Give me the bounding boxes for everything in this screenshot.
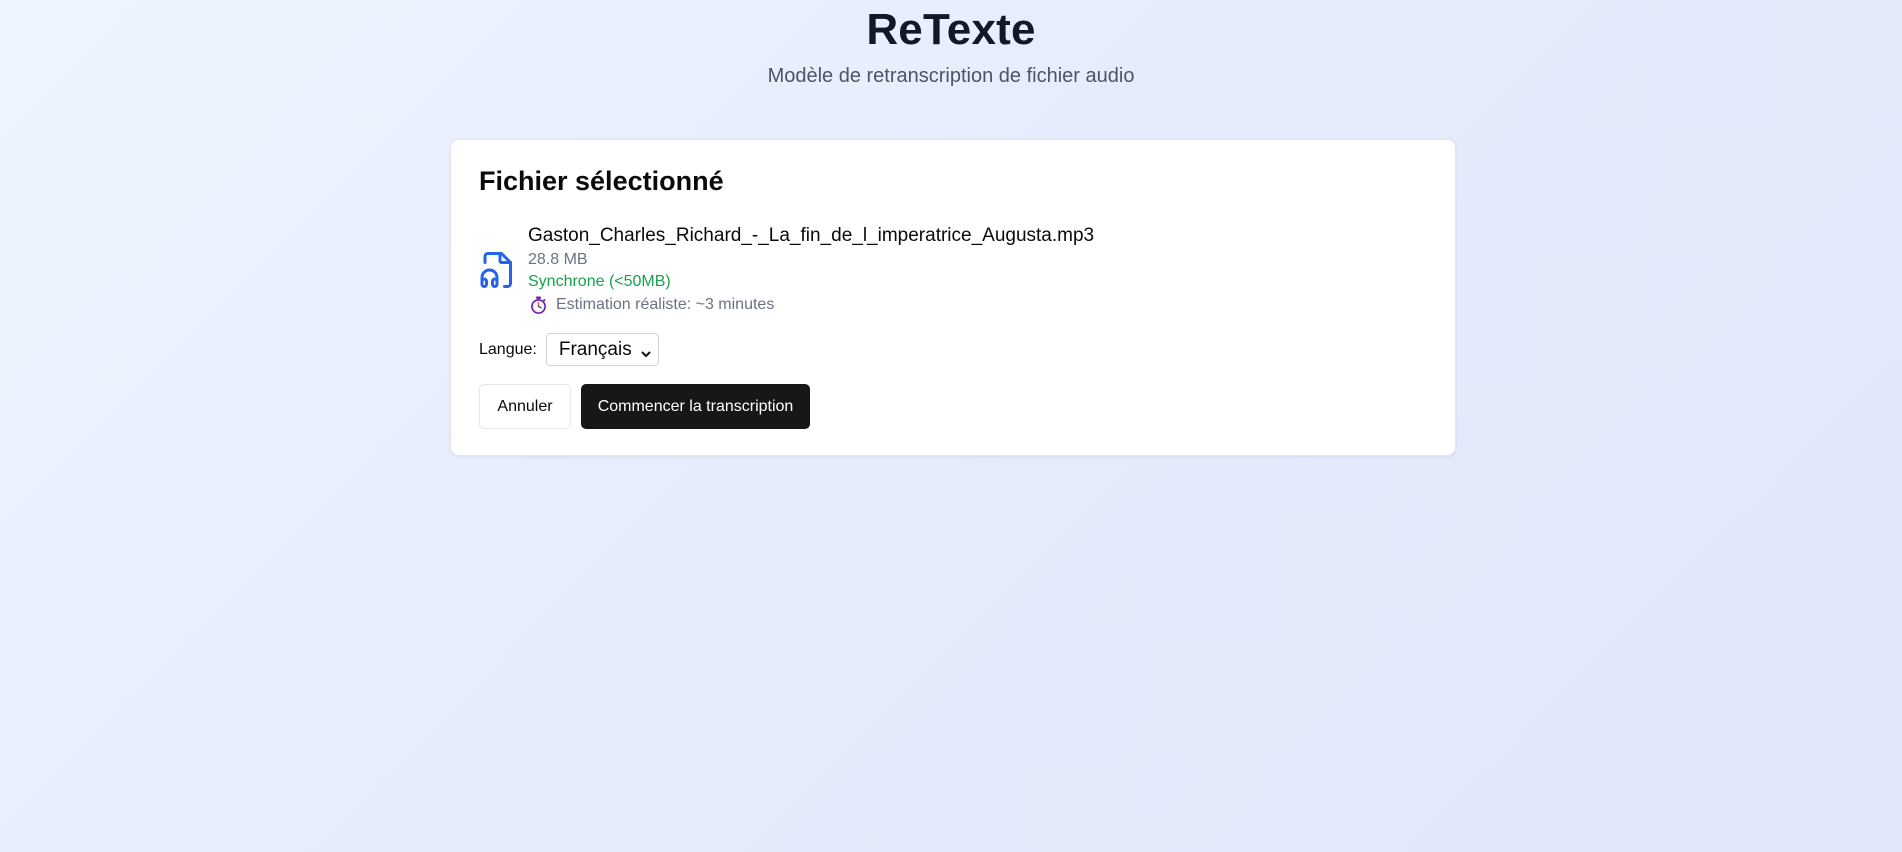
estimate-text: Estimation réaliste: ~3 minutes [556, 296, 775, 313]
processing-mode: Synchrone (<50MB) [528, 273, 671, 290]
app-subtitle: Modèle de retranscription de fichier aud… [767, 65, 1135, 87]
language-select[interactable]: Français [545, 333, 659, 366]
language-row: Langue: Français [479, 333, 659, 366]
app-title: ReTexte [866, 5, 1036, 54]
stopwatch-icon [530, 296, 547, 314]
card-title: Fichier sélectionné [479, 166, 724, 196]
start-transcription-button[interactable]: Commencer la transcription [581, 384, 810, 429]
file-name: Gaston_Charles_Richard_-_La_fin_de_l_imp… [528, 225, 1095, 246]
chevron-down-icon [640, 344, 652, 357]
selected-file-card: Fichier sélectionné Gaston_Charles_Richa… [450, 139, 1456, 456]
action-buttons: Annuler Commencer la transcription [479, 384, 810, 429]
time-estimate: Estimation réaliste: ~3 minutes [528, 294, 1094, 316]
cancel-button[interactable]: Annuler [479, 384, 571, 429]
file-info: Gaston_Charles_Richard_-_La_fin_de_l_imp… [528, 224, 1094, 316]
language-select-value: Français [558, 338, 632, 360]
audio-file-icon [479, 250, 515, 290]
file-size: 28.8 MB [528, 251, 588, 268]
language-label: Langue: [479, 340, 537, 358]
